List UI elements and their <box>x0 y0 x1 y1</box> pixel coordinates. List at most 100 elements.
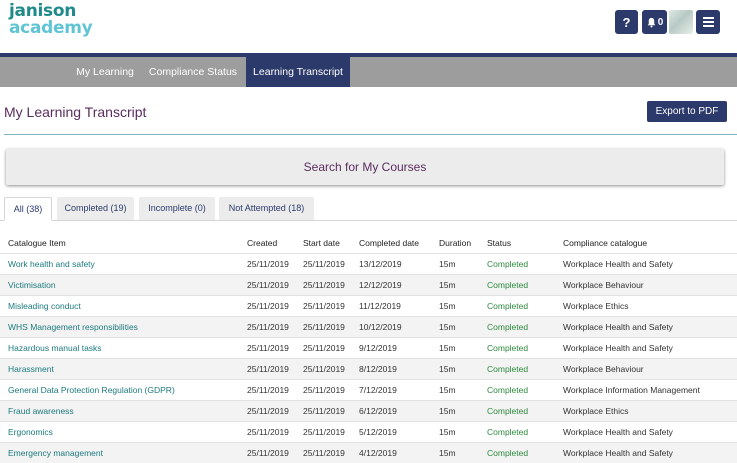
start-date: 25/11/2019 <box>303 406 345 416</box>
menu-icon <box>702 17 714 27</box>
compliance-catalogue: Workplace Health and Safety <box>563 259 673 269</box>
notifications-button[interactable]: 0 <box>642 10 667 34</box>
duration: 15m <box>439 301 456 311</box>
help-button[interactable]: ? <box>615 10 638 34</box>
nav-learning-transcript[interactable]: Learning Transcript <box>246 57 350 87</box>
created-date: 25/11/2019 <box>247 385 289 395</box>
created-date: 25/11/2019 <box>247 259 289 269</box>
catalogue-item-link[interactable]: Work health and safety <box>8 259 95 269</box>
completed-date: 13/12/2019 <box>359 259 402 269</box>
table-row: Emergency management 25/11/2019 25/11/20… <box>0 442 737 463</box>
status-text: Completed <box>487 322 529 332</box>
column-header-completed-date[interactable]: Completed date <box>359 238 419 248</box>
column-header-compliance-catalogue[interactable]: Compliance catalogue <box>563 238 647 248</box>
completed-date: 4/12/2019 <box>359 448 397 458</box>
start-date: 25/11/2019 <box>303 385 345 395</box>
catalogue-item-link[interactable]: WHS Management responsibilities <box>8 322 138 332</box>
compliance-catalogue: Workplace Ethics <box>563 301 629 311</box>
tab-incomplete[interactable]: Incomplete (0) <box>139 197 215 220</box>
table-row: Harassment 25/11/2019 25/11/2019 8/12/20… <box>0 358 737 379</box>
tab-not-attempted[interactable]: Not Attempted (18) <box>219 197 314 220</box>
table-header: Catalogue Item Created Start date Comple… <box>0 233 737 253</box>
catalogue-item-link[interactable]: Ergonomics <box>8 427 53 437</box>
completed-date: 9/12/2019 <box>359 343 397 353</box>
created-date: 25/11/2019 <box>247 322 289 332</box>
tab-all[interactable]: All (38) <box>4 197 52 221</box>
table-row: Misleading conduct 25/11/2019 25/11/2019… <box>0 295 737 316</box>
status-text: Completed <box>487 364 529 374</box>
duration: 15m <box>439 343 456 353</box>
completed-date: 10/12/2019 <box>359 322 402 332</box>
start-date: 25/11/2019 <box>303 301 345 311</box>
bell-icon <box>647 17 656 28</box>
created-date: 25/11/2019 <box>247 280 289 290</box>
status-text: Completed <box>487 259 529 269</box>
column-header-created[interactable]: Created <box>247 238 277 248</box>
status-text: Completed <box>487 427 529 437</box>
catalogue-item-link[interactable]: Fraud awareness <box>8 406 74 416</box>
status-text: Completed <box>487 448 529 458</box>
table-row: Work health and safety 25/11/2019 25/11/… <box>0 253 737 274</box>
duration: 15m <box>439 280 456 290</box>
status-tabs: All (38) Completed (19) Incomplete (0) N… <box>0 197 737 221</box>
duration: 15m <box>439 406 456 416</box>
search-my-courses-button[interactable]: Search for My Courses <box>6 149 724 185</box>
catalogue-item-link[interactable]: Victimisation <box>8 280 56 290</box>
top-header: janison academy ? 0 <box>0 0 737 54</box>
column-header-start-date[interactable]: Start date <box>303 238 340 248</box>
notification-count: 0 <box>657 16 664 28</box>
avatar[interactable] <box>669 10 693 34</box>
completed-date: 7/12/2019 <box>359 385 397 395</box>
compliance-catalogue: Workplace Information Management <box>563 385 700 395</box>
duration: 15m <box>439 259 456 269</box>
help-icon: ? <box>622 14 631 30</box>
table-row: Hazardous manual tasks 25/11/2019 25/11/… <box>0 337 737 358</box>
start-date: 25/11/2019 <box>303 280 345 290</box>
table-row: Ergonomics 25/11/2019 25/11/2019 5/12/20… <box>0 421 737 442</box>
catalogue-item-link[interactable]: Emergency management <box>8 448 103 458</box>
duration: 15m <box>439 427 456 437</box>
compliance-catalogue: Workplace Health and Safety <box>563 322 673 332</box>
status-text: Completed <box>487 406 529 416</box>
table-row: Victimisation 25/11/2019 25/11/2019 12/1… <box>0 274 737 295</box>
janison-academy-logo[interactable]: janison academy <box>9 3 93 38</box>
status-text: Completed <box>487 343 529 353</box>
created-date: 25/11/2019 <box>247 427 289 437</box>
compliance-catalogue: Workplace Behaviour <box>563 364 644 374</box>
created-date: 25/11/2019 <box>247 343 289 353</box>
completed-date: 8/12/2019 <box>359 364 397 374</box>
start-date: 25/11/2019 <box>303 343 345 353</box>
logo-line-2: academy <box>9 18 93 38</box>
compliance-catalogue: Workplace Health and Safety <box>563 343 673 353</box>
column-header-status[interactable]: Status <box>487 238 511 248</box>
status-text: Completed <box>487 385 529 395</box>
catalogue-item-link[interactable]: General Data Protection Regulation (GDPR… <box>8 385 175 395</box>
duration: 15m <box>439 448 456 458</box>
completed-date: 6/12/2019 <box>359 406 397 416</box>
duration: 15m <box>439 364 456 374</box>
compliance-catalogue: Workplace Health and Safety <box>563 427 673 437</box>
nav-my-learning[interactable]: My Learning <box>70 57 140 87</box>
transcript-table: Work health and safety 25/11/2019 25/11/… <box>0 253 737 463</box>
created-date: 25/11/2019 <box>247 406 289 416</box>
table-row: Fraud awareness 25/11/2019 25/11/2019 6/… <box>0 400 737 421</box>
catalogue-item-link[interactable]: Misleading conduct <box>8 301 81 311</box>
start-date: 25/11/2019 <box>303 427 345 437</box>
menu-button[interactable] <box>696 10 720 34</box>
tab-completed[interactable]: Completed (19) <box>57 197 134 220</box>
start-date: 25/11/2019 <box>303 259 345 269</box>
export-to-pdf-button[interactable]: Export to PDF <box>647 101 727 122</box>
column-header-catalogue-item[interactable]: Catalogue Item <box>8 238 66 248</box>
catalogue-item-link[interactable]: Harassment <box>8 364 54 374</box>
compliance-catalogue: Workplace Health and Safety <box>563 448 673 458</box>
start-date: 25/11/2019 <box>303 322 345 332</box>
nav-compliance-status[interactable]: Compliance Status <box>144 57 242 87</box>
column-header-duration[interactable]: Duration <box>439 238 471 248</box>
completed-date: 12/12/2019 <box>359 280 402 290</box>
start-date: 25/11/2019 <box>303 364 345 374</box>
table-row: General Data Protection Regulation (GDPR… <box>0 379 737 400</box>
catalogue-item-link[interactable]: Hazardous manual tasks <box>8 343 102 353</box>
start-date: 25/11/2019 <box>303 448 345 458</box>
status-text: Completed <box>487 301 529 311</box>
table-row: WHS Management responsibilities 25/11/20… <box>0 316 737 337</box>
